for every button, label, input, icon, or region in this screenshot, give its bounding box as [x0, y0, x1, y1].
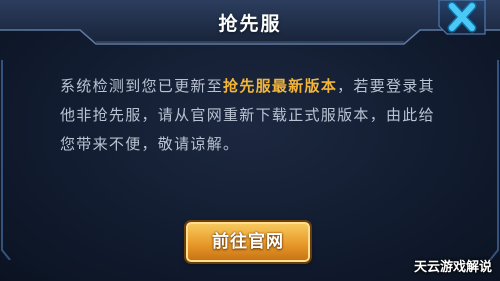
right-frame-edge	[489, 60, 499, 260]
message-highlight: 抢先服最新版本	[223, 77, 338, 95]
close-x-icon	[438, 0, 486, 35]
goto-official-site-label: 前往官网	[212, 232, 284, 252]
left-frame-edge	[0, 60, 11, 260]
close-button[interactable]	[437, 0, 487, 40]
message-text: 系统检测到您已更新至	[60, 77, 224, 95]
update-notice-dialog: 抢先服 系统检测到您已更新至抢先服最新版本，若要登录其他非抢先服，请从官网重新下…	[0, 0, 500, 281]
dialog-title: 抢先服	[218, 13, 282, 35]
goto-official-site-button[interactable]: 前往官网	[186, 222, 310, 262]
dialog-message: 系统检测到您已更新至抢先服最新版本，若要登录其他非抢先服，请从官网重新下载正式服…	[60, 72, 450, 159]
watermark: 天云游戏解说	[413, 260, 492, 275]
dialog-header: 抢先服	[0, 0, 500, 46]
